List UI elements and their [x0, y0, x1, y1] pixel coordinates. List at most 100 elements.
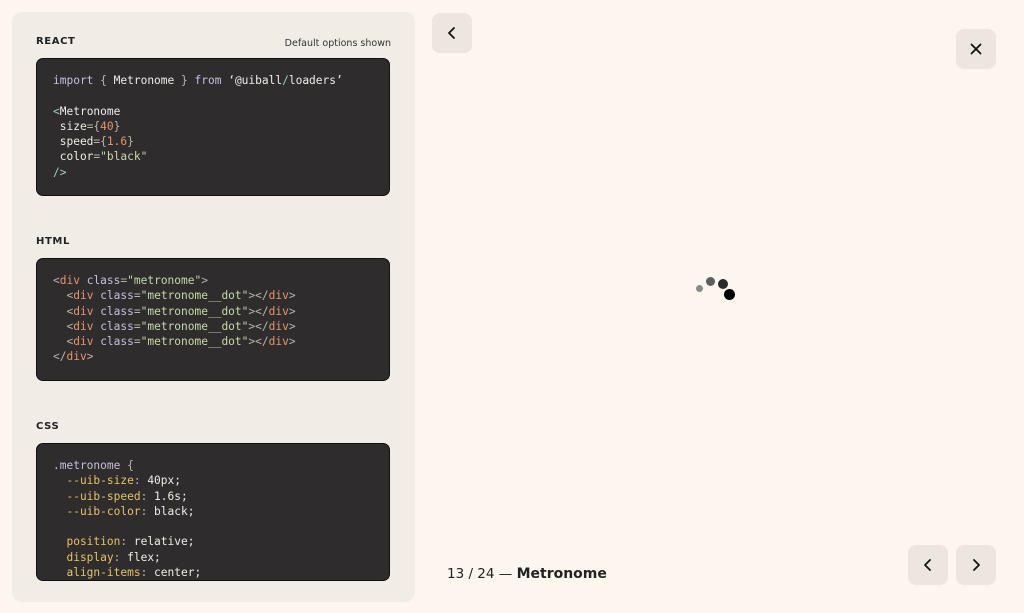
css-value: center; — [154, 566, 202, 580]
identifier: Metronome — [113, 74, 175, 87]
loader-dot — [696, 285, 703, 292]
code-line: <div class="metronome__dot"></div> — [53, 319, 373, 334]
html-code-block[interactable]: <div class="metronome"> <div class="metr… — [36, 258, 390, 381]
react-section-title: REACT — [36, 36, 76, 47]
default-options-note: Default options shown — [284, 38, 391, 49]
collapse-panel-button[interactable] — [432, 13, 472, 53]
css-property: align-items — [53, 566, 141, 580]
tag-bracket: > — [86, 350, 94, 364]
close-button[interactable] — [956, 29, 996, 69]
loader-caption: 13 / 24 — Metronome — [447, 566, 607, 582]
attr-name: class — [93, 319, 134, 333]
punctuation: : — [133, 474, 148, 488]
attr-value: "metronome__dot" — [140, 335, 249, 349]
tag-bracket: ></ — [248, 289, 269, 303]
tag-bracket: < — [53, 104, 60, 118]
tag-bracket: > — [288, 304, 296, 318]
quote: ‘ — [228, 74, 235, 87]
tag-bracket: > — [288, 335, 296, 349]
css-section-title: CSS — [36, 421, 60, 432]
code-line: position: relative; — [53, 534, 373, 549]
tag-name: div — [268, 319, 289, 333]
punctuation: { — [93, 74, 114, 87]
css-value: 40px; — [147, 474, 181, 488]
code-line: import { Metronome } from ‘@uiball/loade… — [53, 73, 373, 88]
loader-dot — [718, 279, 728, 289]
punctuation: : — [140, 489, 155, 503]
code-line: <div class="metronome__dot"></div> — [53, 334, 373, 349]
previous-loader-button[interactable] — [908, 545, 948, 585]
css-property: position — [53, 535, 121, 549]
punctuation: } — [113, 119, 121, 133]
attr-value: "metronome__dot" — [140, 319, 249, 333]
loader-dot — [706, 277, 715, 286]
prop-value: 40 — [100, 119, 114, 133]
chevron-right-icon — [973, 559, 980, 571]
punctuation: } — [174, 74, 195, 87]
chevron-left-icon — [924, 559, 931, 571]
tag-bracket: > — [288, 289, 296, 303]
prop-value: 1.6 — [106, 135, 128, 149]
loader-name: Metronome — [516, 566, 607, 582]
react-code-block[interactable]: import { Metronome } from ‘@uiball/loade… — [36, 58, 390, 196]
keyword: import — [53, 74, 94, 87]
css-code-block[interactable]: .metronome { --uib-size: 40px; --uib-spe… — [36, 443, 390, 581]
tag-name: div — [268, 304, 289, 318]
slash: / — [282, 74, 289, 87]
tag-name: div — [73, 319, 94, 333]
code-line: .metronome { — [53, 458, 373, 473]
prop-name: speed — [53, 135, 94, 149]
css-property: display — [53, 550, 114, 564]
css-value: flex; — [127, 550, 161, 564]
close-icon — [970, 43, 982, 55]
code-line: color="black" — [53, 149, 373, 164]
code-line: <Metronome — [53, 104, 373, 119]
css-property: --uib-speed — [53, 489, 141, 503]
code-line: /> — [53, 165, 373, 180]
tag-name: div — [73, 289, 94, 303]
tag-name: div — [66, 350, 87, 364]
tag-bracket: ></ — [248, 335, 269, 349]
tag-bracket: < — [53, 274, 60, 287]
css-value: relative; — [133, 535, 195, 549]
attr-name: class — [79, 274, 121, 287]
code-line: size={40} — [53, 119, 373, 134]
code-panel: REACT Default options shown import { Met… — [12, 12, 415, 602]
next-loader-button[interactable] — [956, 545, 996, 585]
tag-name: div — [268, 289, 289, 303]
keyword: from — [194, 74, 222, 87]
attr-name: class — [93, 289, 134, 303]
tag-name: div — [59, 274, 80, 287]
tag-close: /> — [53, 165, 67, 179]
code-line: speed={1.6} — [53, 134, 373, 149]
tag-bracket: ></ — [248, 319, 269, 333]
package-scope: @uiball — [234, 74, 283, 87]
tag-bracket: > — [201, 274, 208, 287]
code-line: --uib-size: 40px; — [53, 473, 373, 488]
code-line: <div class="metronome"> — [53, 273, 373, 288]
css-property: --uib-size — [53, 474, 134, 488]
punctuation: } — [127, 135, 134, 149]
quote: ’ — [336, 74, 343, 87]
code-line: align-items: center; — [53, 565, 373, 580]
html-section-title: HTML — [36, 236, 70, 247]
punctuation: : — [113, 550, 128, 564]
tag-name: div — [73, 304, 94, 318]
tag-name: div — [73, 335, 94, 349]
tag-bracket: </ — [53, 350, 67, 364]
loader-counter: 13 / 24 — — [447, 566, 517, 582]
prop-name: size — [53, 119, 87, 133]
css-value: 1.6s; — [154, 489, 188, 503]
code-line: --uib-speed: 1.6s; — [53, 489, 373, 504]
css-property: --uib-color — [53, 504, 141, 518]
tag-bracket: > — [288, 319, 296, 333]
attr-value: "metronome" — [127, 274, 202, 287]
loader-dot — [724, 289, 735, 300]
punctuation: = — [133, 335, 141, 349]
code-line: --uib-color: black; — [53, 504, 373, 519]
